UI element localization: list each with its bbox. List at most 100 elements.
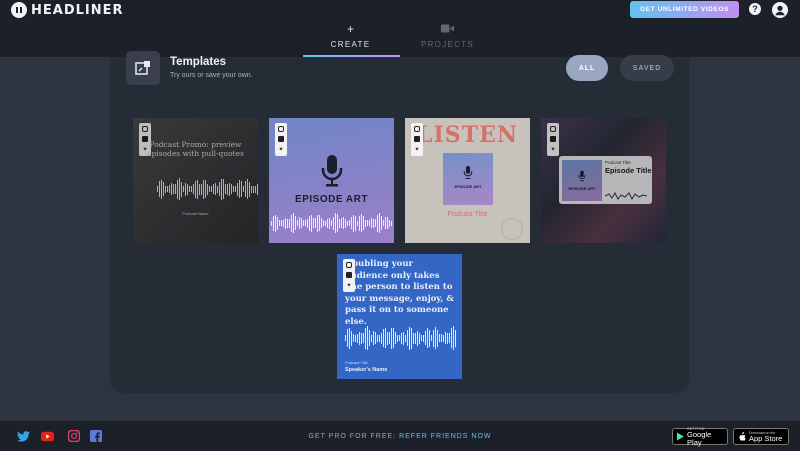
card-small-label: Podcast Title: [605, 160, 631, 165]
headliner-logo[interactable]: HEADLINER: [11, 2, 124, 18]
waveform-bar: [441, 334, 442, 342]
get-unlimited-videos-button[interactable]: GET UNLIMITED VIDEOS: [630, 1, 739, 18]
tab-create[interactable]: + CREATE: [303, 22, 398, 49]
waveform-bar: [307, 218, 308, 228]
waveform-bar: [359, 331, 360, 345]
waveform-bar: [401, 332, 402, 344]
filter-all-button[interactable]: ALL: [566, 55, 608, 81]
waveform-bar: [245, 181, 246, 197]
waveform-bar: [345, 218, 346, 228]
audio-waveform: [271, 213, 392, 233]
waveform-bar: [191, 186, 192, 192]
waveform-bar: [437, 329, 438, 347]
instagram-icon: [550, 126, 556, 133]
waveform-bar: [209, 186, 210, 192]
waveform-bar: [243, 186, 244, 192]
tab-create-label: CREATE: [330, 40, 371, 49]
waveform-bar: [303, 220, 304, 226]
waveform-bar: [367, 326, 368, 350]
help-icon[interactable]: ?: [749, 3, 761, 15]
microphone-icon: [320, 154, 344, 193]
waveform-bar: [357, 220, 358, 226]
waveform-bar: [281, 220, 282, 226]
template-card-podcast-promo[interactable]: ✦ Podcast Promo: preview episodes with p…: [133, 118, 258, 243]
waveform-bar: [273, 215, 274, 231]
waveform-bar: [371, 218, 372, 228]
waveform-bar: [397, 334, 398, 342]
card-caption: Podcast Title: [447, 211, 488, 218]
waveform-bar: [433, 329, 434, 347]
waveform-bar: [311, 214, 312, 232]
waveform-bar: [327, 218, 328, 228]
waveform-bar: [435, 327, 436, 349]
waveform-bar: [345, 335, 346, 341]
template-card-quote[interactable]: Doubling your audience only takes one pe…: [337, 254, 462, 379]
waveform-bar: [447, 332, 448, 344]
waveform-bar: [169, 185, 170, 193]
waveform-bar: [391, 327, 392, 349]
app-store-text: App Store: [749, 433, 783, 443]
waveform-bar: [351, 330, 352, 346]
waveform-bar: [415, 332, 416, 344]
waveform-bar: [215, 183, 216, 195]
waveform-bar: [445, 332, 446, 344]
instagram-icon: [414, 126, 420, 133]
waveform-bar: [165, 185, 166, 193]
waveform-bar: [179, 178, 180, 200]
social-platform-badges: ✦: [275, 123, 287, 156]
app-store-badge[interactable]: Download on the App Store: [733, 428, 789, 445]
refer-friends-link[interactable]: REFER FRIENDS NOW: [399, 433, 491, 440]
waveform-bar: [231, 184, 232, 194]
template-card-listen[interactable]: LISTEN ✦ EPISODE ART Podcast Title: [405, 118, 530, 243]
waveform-bar: [319, 215, 320, 231]
template-card-episode-title[interactable]: ✦ EPISODE ART Podcast Title Episode Titl…: [541, 118, 666, 243]
waveform-bar: [177, 179, 178, 199]
waveform-bar: [395, 332, 396, 344]
tab-projects-label: PROJECTS: [420, 40, 475, 49]
waveform-bar: [363, 333, 364, 343]
waveform-bar: [373, 218, 374, 228]
waveform-bar: [233, 186, 234, 192]
waveform-bar: [221, 178, 222, 200]
waveform-bar: [289, 218, 290, 228]
google-play-badge[interactable]: GET IT ON Google Play: [672, 427, 728, 446]
waveform-bar: [375, 219, 376, 227]
waveform-bar: [367, 220, 368, 226]
waveform-bar: [355, 334, 356, 342]
card-headline: Doubling your audience only takes one pe…: [345, 259, 455, 327]
waveform-bar: [197, 179, 198, 199]
waveform-bar: [365, 219, 366, 227]
waveform-bar: [301, 218, 302, 228]
templates-subtitle: Try ours or save your own.: [170, 72, 253, 79]
user-avatar-icon[interactable]: [772, 2, 788, 18]
waveform-bar: [411, 327, 412, 349]
waveform-bar: [315, 218, 316, 228]
waveform-bar: [423, 334, 424, 342]
waveform-bar: [247, 179, 248, 199]
tab-projects[interactable]: PROJECTS: [400, 22, 495, 49]
top-bar: HEADLINER GET UNLIMITED VIDEOS ? + CREAT…: [0, 0, 800, 57]
waveform-bar: [291, 214, 292, 232]
waveform-bar: [381, 332, 382, 344]
filter-saved-button[interactable]: SAVED: [620, 55, 674, 81]
template-card-episode-art[interactable]: ✦ EPISODE ART: [269, 118, 394, 243]
waveform-bar: [387, 331, 388, 345]
waveform-bar: [329, 217, 330, 229]
refer-prefix: GET PRO FOR FREE:: [308, 433, 397, 440]
audio-waveform: [345, 326, 456, 350]
facebook-icon: [346, 272, 352, 279]
waveform-line-icon: [604, 188, 648, 206]
waveform-bar: [387, 217, 388, 229]
waveform-bar: [369, 220, 370, 226]
waveform-bar: [299, 217, 300, 229]
google-play-icon: [677, 432, 685, 441]
waveform-bar: [349, 327, 350, 349]
waveform-bar: [361, 214, 362, 232]
social-platform-badges: ✦: [411, 123, 423, 156]
waveform-bar: [355, 215, 356, 231]
waveform-bar: [305, 220, 306, 226]
waveform-bar: [455, 329, 456, 347]
facebook-icon: [414, 136, 420, 143]
waveform-bar: [377, 214, 378, 232]
waveform-bar: [213, 184, 214, 194]
